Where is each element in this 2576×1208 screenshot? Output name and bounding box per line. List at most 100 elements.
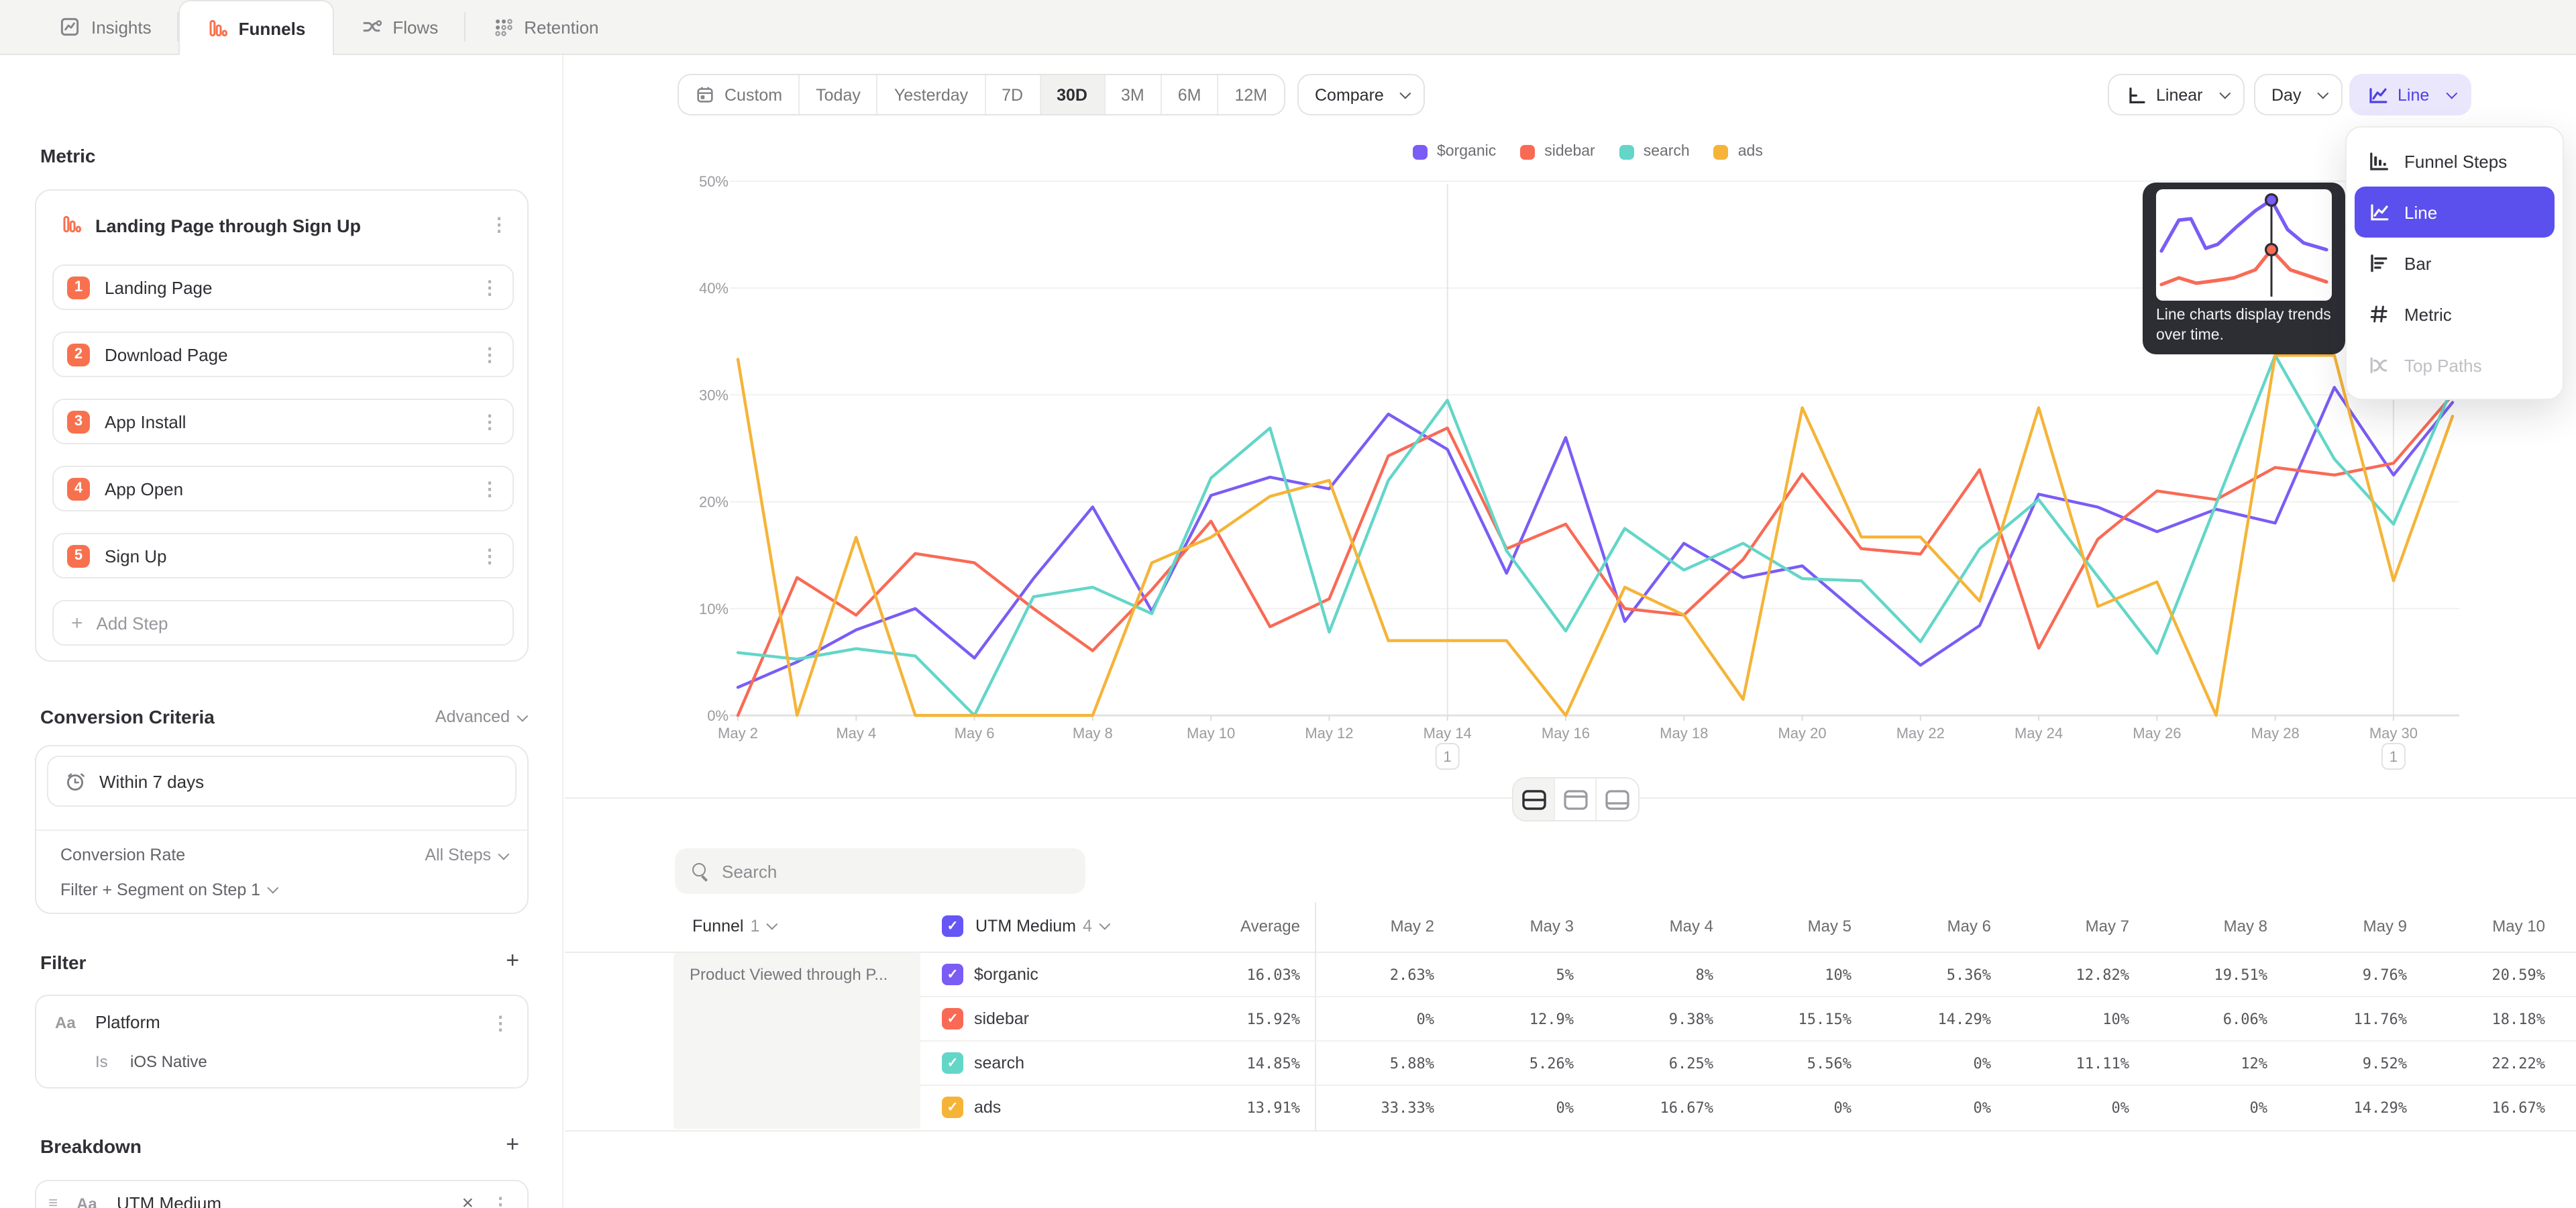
breakdown-checkbox[interactable]: ✓ — [942, 915, 963, 937]
granularity-dropdown[interactable]: Day — [2254, 74, 2343, 115]
series-checkbox[interactable]: ✓ — [942, 1097, 963, 1118]
funnel-step-row[interactable]: 1 Landing Page ⋮ — [52, 264, 514, 310]
scale-dropdown[interactable]: Linear — [2108, 74, 2245, 115]
add-step-button[interactable]: + Add Step — [52, 600, 514, 646]
filter-operator: Is — [95, 1052, 108, 1071]
metric-section-title: Metric — [40, 145, 95, 166]
funnel-count: 1 — [750, 917, 759, 936]
svg-text:May 28: May 28 — [2251, 725, 2300, 742]
legend-item[interactable]: sidebar — [1520, 144, 1595, 160]
date-column-header: May 9 — [2273, 901, 2407, 952]
tooltip-line1: Line charts display trends — [2156, 306, 2331, 326]
advanced-dropdown[interactable]: Advanced — [435, 707, 525, 726]
legend-item[interactable]: search — [1619, 144, 1690, 160]
funnel-name: Landing Page through Sign Up — [95, 216, 361, 236]
average-value: 13.91% — [1166, 1086, 1300, 1130]
chevron-down-icon — [767, 919, 778, 930]
search-input[interactable] — [722, 861, 1085, 881]
drag-handle-icon[interactable]: ≡ — [48, 1193, 58, 1208]
range-30d[interactable]: 30D — [1040, 75, 1105, 114]
tab-insights[interactable]: Insights — [32, 0, 178, 54]
filter-property: Platform — [95, 1012, 160, 1032]
cell-value: 5.56% — [1717, 1042, 1851, 1086]
tab-label: Retention — [524, 17, 598, 37]
filter-kebab-icon[interactable]: ⋮ — [491, 1013, 510, 1032]
cell-value: 19.51% — [2133, 953, 2267, 997]
app-window: Insights Funnels Flows Retention Metric … — [0, 0, 2576, 1208]
conversion-window-input[interactable]: Within 7 days — [47, 756, 517, 807]
menu-item-bar[interactable]: Bar — [2355, 238, 2555, 289]
step-label: Download Page — [105, 344, 480, 364]
series-checkbox[interactable]: ✓ — [942, 964, 963, 985]
tooltip-line2: over time. — [2156, 326, 2331, 346]
svg-text:20%: 20% — [699, 494, 729, 511]
svg-text:May 22: May 22 — [1896, 725, 1945, 742]
chart-type-dropdown[interactable]: Line — [2349, 74, 2471, 115]
tab-flows[interactable]: Flows — [333, 0, 465, 54]
funnel-kebab-icon[interactable]: ⋮ — [490, 215, 508, 234]
cell-value: 0% — [2133, 1086, 2267, 1130]
menu-item-funnel-steps[interactable]: Funnel Steps — [2355, 136, 2555, 187]
step-kebab-icon[interactable]: ⋮ — [480, 546, 499, 565]
step-kebab-icon[interactable]: ⋮ — [480, 479, 499, 498]
tab-funnels[interactable]: Funnels — [178, 0, 334, 55]
add-breakdown-button[interactable]: + — [500, 1133, 525, 1157]
line-chart-icon — [2367, 84, 2388, 105]
breakdown-property: UTM Medium — [117, 1193, 221, 1208]
tab-retention[interactable]: Retention — [465, 0, 625, 54]
compare-button[interactable]: Compare — [1297, 74, 1426, 115]
add-filter-button[interactable]: + — [500, 949, 525, 973]
breakdown-count: 4 — [1083, 917, 1092, 936]
filter-segment-dropdown[interactable]: Filter + Segment on Step 1 — [60, 876, 275, 903]
date-column-header: May 10 — [2411, 901, 2545, 952]
step-label: App Install — [105, 411, 480, 432]
close-icon[interactable]: × — [462, 1192, 474, 1208]
range-today[interactable]: Today — [800, 75, 878, 114]
breakdown-kebab-icon[interactable]: ⋮ — [491, 1195, 510, 1208]
series-checkbox[interactable]: ✓ — [942, 1052, 963, 1074]
step-number-badge: 1 — [67, 276, 90, 299]
breakdown-column-header[interactable]: ✓ UTM Medium 4 — [942, 901, 1107, 952]
breakdown-card[interactable]: ≡ Aa UTM Medium × ⋮ — [35, 1180, 529, 1208]
svg-text:30%: 30% — [699, 387, 729, 403]
step-kebab-icon[interactable]: ⋮ — [480, 278, 499, 297]
funnel-step-row[interactable]: 3 App Install ⋮ — [52, 399, 514, 444]
legend-item[interactable]: $organic — [1413, 144, 1496, 160]
cell-value: 12.82% — [1995, 953, 2129, 997]
cell-value: 2.63% — [1300, 953, 1434, 997]
series-name: $organic — [974, 953, 1038, 997]
conversion-rate-dropdown[interactable]: All Steps — [425, 846, 506, 864]
funnel-step-row[interactable]: 2 Download Page ⋮ — [52, 332, 514, 377]
cell-value: 0% — [1300, 997, 1434, 1042]
filter-card[interactable]: Aa Platform ⋮ Is iOS Native — [35, 995, 529, 1089]
series-checkbox[interactable]: ✓ — [942, 1008, 963, 1029]
layout-chart-only-button[interactable] — [1555, 778, 1597, 820]
layout-table-only-button[interactable] — [1597, 778, 1638, 820]
range-label: 3M — [1121, 85, 1144, 104]
range-7d[interactable]: 7D — [985, 75, 1040, 114]
range-3m[interactable]: 3M — [1105, 75, 1162, 114]
legend-item[interactable]: ads — [1714, 144, 1763, 160]
filter-value[interactable]: iOS Native — [130, 1052, 207, 1071]
cell-value: 16.67% — [2411, 1086, 2545, 1130]
step-kebab-icon[interactable]: ⋮ — [480, 412, 499, 431]
menu-item-line[interactable]: Line — [2355, 187, 2555, 238]
menu-item-metric[interactable]: Metric — [2355, 289, 2555, 340]
range-12m[interactable]: 12M — [1219, 75, 1284, 114]
funnel-column-header[interactable]: Funnel 1 — [692, 901, 774, 952]
range-6m[interactable]: 6M — [1162, 75, 1219, 114]
svg-text:May 8: May 8 — [1073, 725, 1113, 742]
layout-split-button[interactable] — [1513, 778, 1555, 820]
table-bottom-divider — [565, 1130, 2576, 1131]
average-value: 16.03% — [1166, 953, 1300, 997]
average-value: 15.92% — [1166, 997, 1300, 1042]
funnel-step-row[interactable]: 4 App Open ⋮ — [52, 466, 514, 511]
search-icon — [692, 863, 708, 879]
funnel-step-row[interactable]: 5 Sign Up ⋮ — [52, 533, 514, 578]
range-yesterday[interactable]: Yesterday — [878, 75, 985, 114]
range-custom[interactable]: Custom — [679, 75, 800, 114]
step-number-badge: 4 — [67, 477, 90, 500]
step-kebab-icon[interactable]: ⋮ — [480, 345, 499, 364]
table-row-group-cell[interactable]: Product Viewed through P... — [674, 953, 920, 1129]
menu-item-top-paths[interactable]: Top Paths — [2355, 340, 2555, 391]
